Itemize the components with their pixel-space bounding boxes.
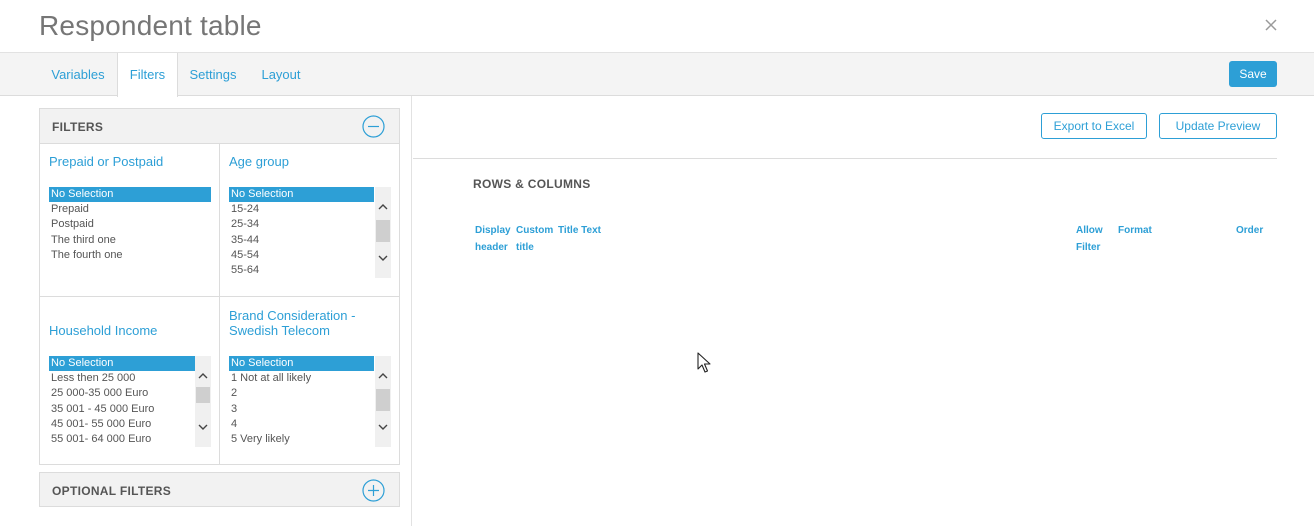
list-item[interactable]: 2 [229, 386, 374, 401]
column-header-custom-title[interactable]: Custom title [516, 222, 554, 256]
optional-filters-heading: OPTIONAL FILTERS [52, 484, 172, 498]
column-header-display-header[interactable]: Display header [475, 222, 513, 256]
column-header-title-text[interactable]: Title Text [558, 222, 618, 239]
chevron-up-icon[interactable] [198, 372, 208, 380]
list-item[interactable]: No Selection [49, 356, 195, 372]
filter-listbox[interactable]: No Selection Prepaid Postpaid The third … [49, 187, 211, 278]
list-item[interactable]: 25-34 [229, 217, 374, 232]
list-item[interactable]: No Selection [229, 356, 374, 372]
scroll-thumb[interactable] [196, 387, 210, 403]
filter-title: Household Income [49, 323, 158, 338]
filter-cell-prepaid-postpaid: Prepaid or Postpaid No Selection Prepaid… [40, 144, 220, 297]
tab-settings[interactable]: Settings [178, 53, 248, 96]
filter-title: Brand Consideration - Swedish Telecom [229, 308, 356, 338]
filter-listbox[interactable]: No Selection Less then 25 000 25 000-35 … [49, 356, 211, 447]
list-item[interactable]: Less then 25 000 [49, 371, 195, 386]
filter-cell-household-income: Household Income No Selection Less then … [40, 297, 220, 465]
list-item[interactable]: Prepaid [49, 202, 211, 217]
list-item[interactable]: 55 001- 64 000 Euro [49, 432, 195, 447]
column-header-order[interactable]: Order [1236, 222, 1270, 239]
chevron-down-icon[interactable] [198, 423, 208, 431]
tab-bar: Variables Filters Settings Layout Save [0, 53, 1314, 97]
list-item[interactable]: 25 000-35 000 Euro [49, 386, 195, 401]
tab-layout[interactable]: Layout [250, 53, 312, 96]
column-header-format[interactable]: Format [1118, 222, 1158, 239]
chevron-up-icon[interactable] [378, 203, 388, 211]
filter-title: Age group [229, 154, 289, 169]
close-icon[interactable] [1263, 17, 1279, 33]
tab-variables[interactable]: Variables [39, 53, 117, 96]
list-item[interactable]: 35-44 [229, 233, 374, 248]
filter-cell-age-group: Age group No Selection 15-24 25-34 35-44… [220, 144, 399, 297]
filter-listbox[interactable]: No Selection 15-24 25-34 35-44 45-54 55-… [229, 187, 391, 278]
list-item[interactable]: 1 Not at all likely [229, 371, 374, 386]
list-item[interactable]: 3 [229, 402, 374, 417]
filter-listbox[interactable]: No Selection 1 Not at all likely 2 3 4 5… [229, 356, 391, 447]
chevron-up-icon[interactable] [378, 372, 388, 380]
list-item[interactable]: 15-24 [229, 202, 374, 217]
scroll-thumb[interactable] [376, 220, 390, 242]
filter-title: Prepaid or Postpaid [49, 154, 164, 169]
listbox-scrollbar[interactable] [195, 356, 211, 447]
update-preview-button[interactable]: Update Preview [1159, 113, 1277, 139]
filters-header: FILTERS [40, 109, 399, 144]
rows-columns-title: ROWS & COLUMNS [473, 177, 591, 191]
chevron-down-icon[interactable] [378, 423, 388, 431]
filters-heading: FILTERS [52, 120, 104, 134]
listbox-scrollbar[interactable] [375, 187, 391, 278]
optional-filters-header[interactable]: OPTIONAL FILTERS [39, 472, 400, 507]
column-header-allow-filter[interactable]: Allow Filter [1076, 222, 1106, 256]
filters-panel: FILTERS Prepaid or Postpaid No Selection… [0, 96, 412, 526]
list-item[interactable]: No Selection [229, 187, 374, 203]
page-title: Respondent table [39, 10, 262, 41]
save-button[interactable]: Save [1229, 61, 1277, 87]
list-item[interactable]: 4 [229, 417, 374, 432]
title-bar: Respondent table [0, 0, 1314, 53]
filter-cell-brand-consideration: Brand Consideration - Swedish Telecom No… [220, 297, 399, 465]
list-item[interactable]: 55-64 [229, 263, 374, 278]
preview-panel: Export to Excel Update Preview ROWS & CO… [413, 96, 1314, 526]
list-item[interactable]: 5 Very likely [229, 432, 374, 447]
scroll-thumb[interactable] [376, 389, 390, 411]
filters-box: FILTERS Prepaid or Postpaid No Selection… [39, 108, 400, 465]
list-item[interactable]: The third one [49, 233, 211, 248]
divider [413, 158, 1277, 159]
list-item[interactable]: 45 001- 55 000 Euro [49, 417, 195, 432]
list-item[interactable]: No Selection [49, 187, 211, 203]
tab-filters[interactable]: Filters [117, 53, 178, 97]
list-item[interactable]: 45-54 [229, 248, 374, 263]
listbox-scrollbar[interactable] [375, 356, 391, 447]
plus-circle-icon[interactable] [362, 479, 385, 502]
chevron-down-icon[interactable] [378, 254, 388, 262]
minus-circle-icon[interactable] [362, 115, 385, 138]
list-item[interactable]: 35 001 - 45 000 Euro [49, 402, 195, 417]
list-item[interactable]: Postpaid [49, 217, 211, 232]
list-item[interactable]: The fourth one [49, 248, 211, 263]
export-to-excel-button[interactable]: Export to Excel [1041, 113, 1147, 139]
